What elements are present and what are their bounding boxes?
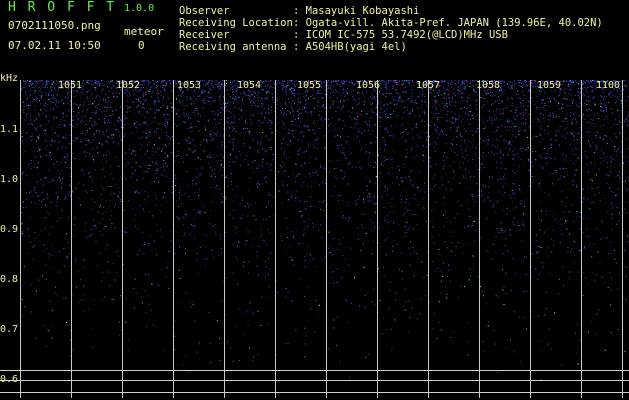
- y-tick-label: 0.9: [0, 224, 19, 235]
- minute-gridline: [377, 80, 378, 398]
- receiver-value: : ICOM IC-575 53.7492(@LCD)MHz USB: [293, 29, 508, 41]
- minute-gridline: [71, 80, 72, 398]
- x-tick-label: 1053: [177, 80, 202, 91]
- reference-line: [0, 370, 629, 371]
- capture-datetime: 07.02.11 10:50: [8, 39, 101, 52]
- antenna-value: : A504HB(yagi 4el): [293, 41, 407, 53]
- minute-gridline: [530, 80, 531, 398]
- location-value: : Ogata-vill. Akita-Pref. JAPAN (139.96E…: [293, 17, 603, 29]
- x-tick-label: 1058: [476, 80, 501, 91]
- x-tick-label: 1057: [416, 80, 441, 91]
- x-tick-label: 1054: [237, 80, 262, 91]
- y-tick-label: 0.8: [0, 274, 19, 285]
- antenna-label: Receiving antenna: [179, 41, 287, 53]
- location-label: Receiving Location: [179, 17, 293, 29]
- minute-gridline: [622, 80, 623, 398]
- y-tick-label: 1.0: [0, 174, 19, 185]
- y-unit-label: kHz: [0, 73, 19, 84]
- minute-gridline: [173, 80, 174, 398]
- reference-line: [0, 392, 629, 393]
- x-tick-label: 1059: [537, 80, 562, 91]
- x-tick-label: 1100: [596, 80, 621, 91]
- minute-gridline: [581, 80, 582, 398]
- minute-gridline: [479, 80, 480, 398]
- minute-gridline: [326, 80, 327, 398]
- reference-line: [0, 380, 629, 381]
- x-tick-label: 1055: [297, 80, 322, 91]
- x-tick-label: 1056: [356, 80, 381, 91]
- header-panel: H R O F F T 1.0.0 0702111050.png 07.02.1…: [0, 0, 629, 80]
- meteor-label: meteor: [124, 25, 164, 38]
- observer-label: Observer: [179, 5, 230, 17]
- minute-gridline: [20, 80, 21, 398]
- observer-value: : Masayuki Kobayashi: [293, 5, 420, 17]
- y-tick-label: 0.7: [0, 324, 19, 335]
- x-tick-label: 1052: [116, 80, 141, 91]
- minute-gridline: [224, 80, 225, 398]
- app-version: 1.0.0: [124, 3, 155, 14]
- file-name: 0702111050.png: [8, 19, 101, 32]
- receiver-label: Receiver: [179, 29, 230, 41]
- minute-gridline: [428, 80, 429, 398]
- app-title: H R O F F T: [8, 0, 117, 15]
- minute-gridline: [122, 80, 123, 398]
- x-tick-label: 1051: [58, 80, 83, 91]
- spectrogram-canvas: [20, 80, 629, 381]
- y-tick-label: 0.6: [0, 374, 19, 385]
- spectrogram: [20, 80, 629, 400]
- minute-gridline: [275, 80, 276, 398]
- y-tick-label: 1.1: [0, 124, 19, 135]
- meteor-count: 0: [138, 39, 145, 52]
